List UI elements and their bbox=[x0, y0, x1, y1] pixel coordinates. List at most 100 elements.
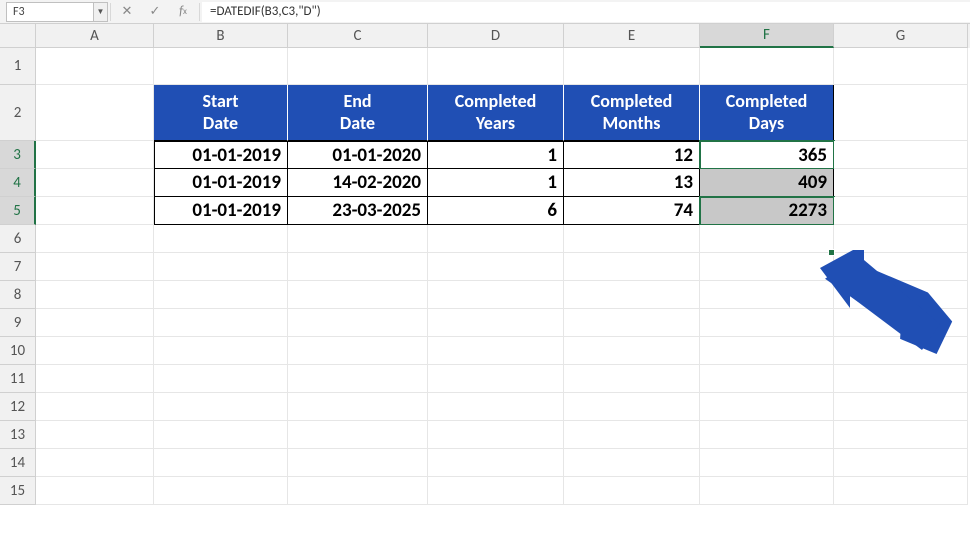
cell-E10[interactable] bbox=[564, 337, 700, 365]
cell-G11[interactable] bbox=[834, 365, 968, 393]
cell-G4[interactable] bbox=[834, 169, 968, 197]
header-completed-months[interactable]: CompletedMonths bbox=[564, 85, 700, 141]
cell-D11[interactable] bbox=[428, 365, 564, 393]
formula-input[interactable]: =DATEDIF(B3,C3,"D") bbox=[202, 2, 970, 22]
cell-C6[interactable] bbox=[288, 225, 428, 253]
cell-E14[interactable] bbox=[564, 449, 700, 477]
cell-B5[interactable]: 01-01-2019 bbox=[154, 197, 288, 225]
cell-B10[interactable] bbox=[154, 337, 288, 365]
row-header-15[interactable]: 15 bbox=[0, 477, 36, 505]
cell-D4[interactable]: 1 bbox=[428, 169, 564, 197]
cell-F8[interactable] bbox=[700, 281, 834, 309]
cell-G5[interactable] bbox=[834, 197, 968, 225]
header-completed-years[interactable]: CompletedYears bbox=[428, 85, 564, 141]
cell-F10[interactable] bbox=[700, 337, 834, 365]
cell-G9[interactable] bbox=[834, 309, 968, 337]
cell-C4[interactable]: 14-02-2020 bbox=[288, 169, 428, 197]
cell-F6[interactable] bbox=[700, 225, 834, 253]
cell-A5[interactable] bbox=[36, 197, 154, 225]
cell-E11[interactable] bbox=[564, 365, 700, 393]
column-header-E[interactable]: E bbox=[564, 24, 700, 48]
cell-F15[interactable] bbox=[700, 477, 834, 505]
row-header-6[interactable]: 6 bbox=[0, 225, 36, 253]
header-start-date[interactable]: StartDate bbox=[154, 85, 288, 141]
row-header-3[interactable]: 3 bbox=[0, 141, 36, 169]
cell-A4[interactable] bbox=[36, 169, 154, 197]
cell-C11[interactable] bbox=[288, 365, 428, 393]
cell-C1[interactable] bbox=[288, 48, 428, 85]
cell-G2[interactable] bbox=[834, 85, 968, 141]
column-header-C[interactable]: C bbox=[288, 24, 428, 48]
column-header-F[interactable]: F bbox=[700, 24, 834, 48]
select-all-corner[interactable] bbox=[0, 24, 36, 48]
cell-C7[interactable] bbox=[288, 253, 428, 281]
cell-G6[interactable] bbox=[834, 225, 968, 253]
row-header-10[interactable]: 10 bbox=[0, 337, 36, 365]
cell-B8[interactable] bbox=[154, 281, 288, 309]
cell-C8[interactable] bbox=[288, 281, 428, 309]
cell-E12[interactable] bbox=[564, 393, 700, 421]
row-header-4[interactable]: 4 bbox=[0, 169, 36, 197]
row-header-14[interactable]: 14 bbox=[0, 449, 36, 477]
cell-F3[interactable]: 365 bbox=[700, 141, 834, 169]
cell-F13[interactable] bbox=[700, 421, 834, 449]
cell-D1[interactable] bbox=[428, 48, 564, 85]
cell-E9[interactable] bbox=[564, 309, 700, 337]
cancel-formula-icon[interactable]: ✕ bbox=[113, 2, 141, 22]
accept-formula-icon[interactable]: ✓ bbox=[141, 2, 169, 22]
cell-C13[interactable] bbox=[288, 421, 428, 449]
cell-D13[interactable] bbox=[428, 421, 564, 449]
cell-G8[interactable] bbox=[834, 281, 968, 309]
cell-G12[interactable] bbox=[834, 393, 968, 421]
row-header-5[interactable]: 5 bbox=[0, 197, 36, 225]
cell-C15[interactable] bbox=[288, 477, 428, 505]
cell-A12[interactable] bbox=[36, 393, 154, 421]
row-header-12[interactable]: 12 bbox=[0, 393, 36, 421]
cell-D14[interactable] bbox=[428, 449, 564, 477]
cell-G7[interactable] bbox=[834, 253, 968, 281]
cell-A6[interactable] bbox=[36, 225, 154, 253]
cell-B1[interactable] bbox=[154, 48, 288, 85]
cell-G14[interactable] bbox=[834, 449, 968, 477]
cell-C10[interactable] bbox=[288, 337, 428, 365]
cell-E13[interactable] bbox=[564, 421, 700, 449]
name-box-dropdown-icon[interactable]: ▼ bbox=[94, 2, 108, 22]
cell-G10[interactable] bbox=[834, 337, 968, 365]
cell-A14[interactable] bbox=[36, 449, 154, 477]
cell-B14[interactable] bbox=[154, 449, 288, 477]
cell-G13[interactable] bbox=[834, 421, 968, 449]
cell-F7[interactable] bbox=[700, 253, 834, 281]
cell-C14[interactable] bbox=[288, 449, 428, 477]
cell-G3[interactable] bbox=[834, 141, 968, 169]
column-header-A[interactable]: A bbox=[36, 24, 154, 48]
cell-C12[interactable] bbox=[288, 393, 428, 421]
cell-A15[interactable] bbox=[36, 477, 154, 505]
cell-C3[interactable]: 01-01-2020 bbox=[288, 141, 428, 169]
row-header-2[interactable]: 2 bbox=[0, 85, 36, 141]
cell-D15[interactable] bbox=[428, 477, 564, 505]
header-completed-days[interactable]: CompletedDays bbox=[700, 85, 834, 141]
cell-D8[interactable] bbox=[428, 281, 564, 309]
cell-C9[interactable] bbox=[288, 309, 428, 337]
cell-C5[interactable]: 23-03-2025 bbox=[288, 197, 428, 225]
row-header-9[interactable]: 9 bbox=[0, 309, 36, 337]
cell-E6[interactable] bbox=[564, 225, 700, 253]
cell-B15[interactable] bbox=[154, 477, 288, 505]
cell-D12[interactable] bbox=[428, 393, 564, 421]
row-header-7[interactable]: 7 bbox=[0, 253, 36, 281]
cell-D5[interactable]: 6 bbox=[428, 197, 564, 225]
cell-D9[interactable] bbox=[428, 309, 564, 337]
cell-A1[interactable] bbox=[36, 48, 154, 85]
cell-D10[interactable] bbox=[428, 337, 564, 365]
cell-E8[interactable] bbox=[564, 281, 700, 309]
cell-E1[interactable] bbox=[564, 48, 700, 85]
cell-E5[interactable]: 74 bbox=[564, 197, 700, 225]
fill-handle[interactable] bbox=[828, 249, 835, 256]
cell-E3[interactable]: 12 bbox=[564, 141, 700, 169]
row-header-11[interactable]: 11 bbox=[0, 365, 36, 393]
insert-function-icon[interactable]: fx bbox=[169, 2, 197, 22]
column-header-G[interactable]: G bbox=[834, 24, 968, 48]
cell-B6[interactable] bbox=[154, 225, 288, 253]
column-header-B[interactable]: B bbox=[154, 24, 288, 48]
cell-F5[interactable]: 2273 bbox=[700, 197, 834, 225]
